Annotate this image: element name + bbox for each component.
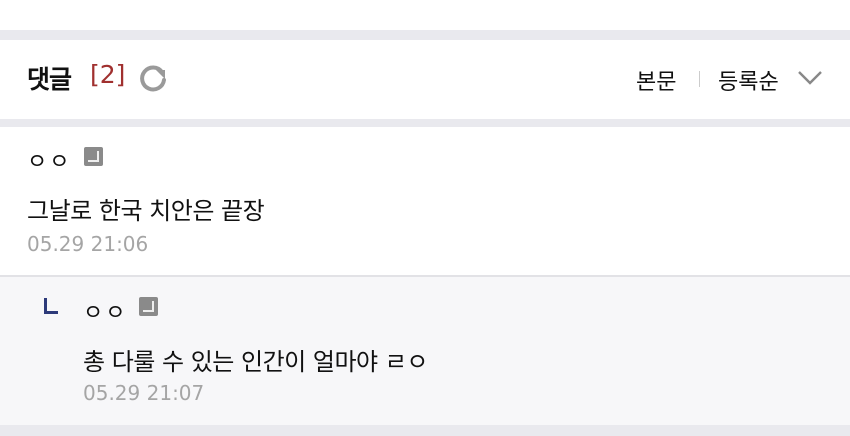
comment-text: 그날로 한국 치안은 끝장: [27, 197, 265, 225]
reply-text: 총 다룰 수 있는 인간이 얼마야 ㄹㅇ: [83, 348, 428, 376]
comment-nickname[interactable]: ㅇㅇ: [27, 144, 71, 176]
reply-arrow-icon: [44, 298, 58, 314]
sort-body-button[interactable]: 본문: [636, 64, 676, 96]
refresh-icon[interactable]: [137, 62, 169, 94]
chevron-down-icon[interactable]: [796, 66, 824, 88]
ip-icon: [139, 297, 158, 316]
comment-time: 05.29 21:06: [27, 232, 149, 256]
ip-icon: [84, 147, 103, 166]
top-strip: [0, 0, 850, 30]
sort-separator: [699, 71, 700, 87]
comment-count: [2]: [90, 60, 126, 89]
comment-title: 댓글: [27, 65, 72, 94]
sort-order-button[interactable]: 등록순: [718, 64, 779, 96]
reply-nickname[interactable]: ㅇㅇ: [83, 295, 127, 327]
reply-time: 05.29 21:07: [83, 381, 205, 405]
